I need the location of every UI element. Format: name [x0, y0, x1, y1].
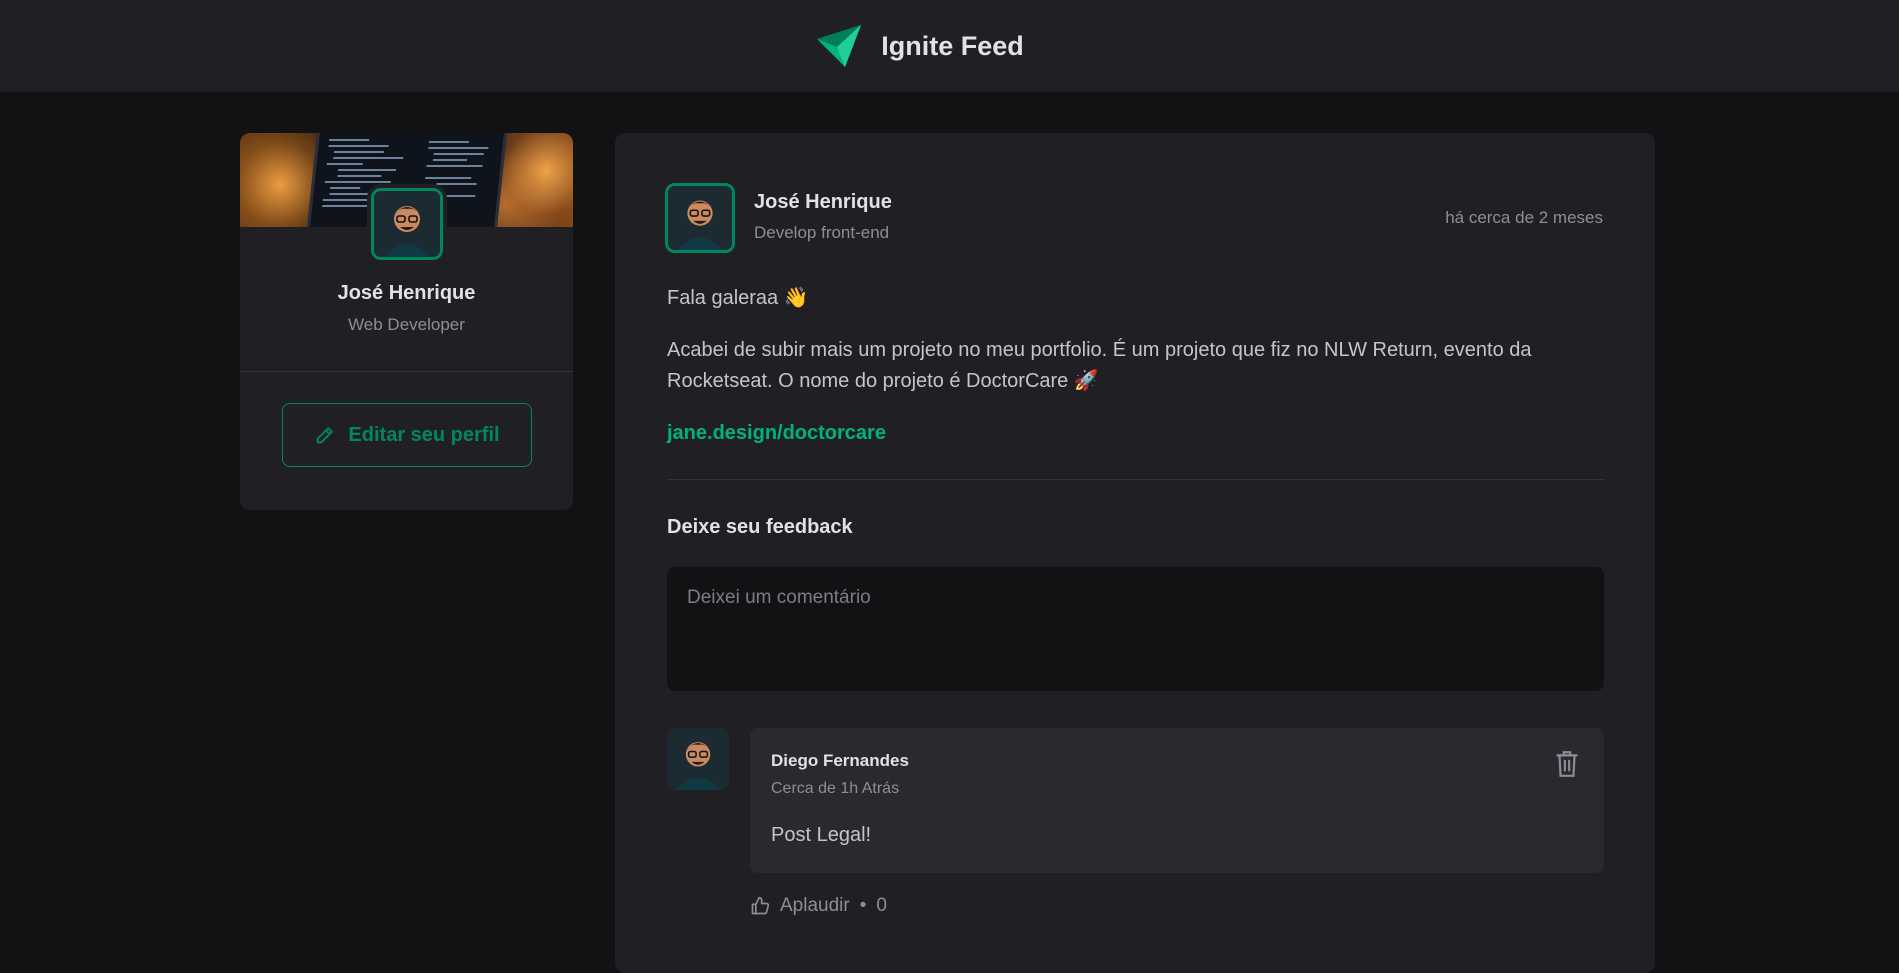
applaud-count: 0 — [876, 895, 887, 916]
comment-box: Diego Fernandes Cerca de 1h Atrás Post L… — [750, 728, 1604, 873]
comment-input[interactable] — [667, 567, 1604, 691]
applaud-button[interactable]: Aplaudir • 0 — [750, 895, 887, 917]
post-author-avatar[interactable] — [665, 183, 735, 253]
post-card: José Henrique Develop front-end há cerca… — [615, 133, 1655, 973]
applaud-label: Aplaudir — [780, 895, 850, 916]
thumbs-up-icon — [751, 896, 770, 915]
avatar-illustration — [668, 186, 732, 250]
edit-profile-button[interactable]: Editar seu perfil — [282, 403, 532, 467]
comment-author-name: Diego Fernandes — [771, 751, 909, 770]
avatar-illustration — [374, 191, 440, 257]
comment-author-avatar[interactable] — [667, 728, 729, 790]
profile-sidebar: José Henrique Web Developer Editar seu p… — [240, 133, 573, 510]
post-author-role: Develop front-end — [754, 223, 890, 242]
profile-name: José Henrique — [337, 282, 476, 304]
trash-icon[interactable] — [1554, 750, 1580, 778]
comment-timestamp: Cerca de 1h Atrás — [771, 780, 900, 797]
top-header: Ignite Feed — [0, 0, 1899, 92]
brand: Ignite Feed — [815, 25, 1024, 67]
post-divider — [667, 479, 1604, 480]
profile-role: Web Developer — [348, 315, 465, 334]
ignite-logo-icon — [817, 25, 862, 67]
sidebar-divider — [240, 371, 573, 372]
edit-profile-label: Editar seu perfil — [348, 423, 500, 446]
comment-text: Post Legal! — [771, 824, 872, 846]
profile-avatar[interactable] — [371, 188, 443, 260]
feedback-title: Deixe seu feedback — [667, 516, 853, 538]
applaud-separator: • — [859, 895, 867, 916]
post-link[interactable]: jane.design/doctorcare — [667, 422, 886, 444]
post-author-name: José Henrique — [754, 191, 892, 213]
post-paragraph: Fala galeraa 👋 — [667, 287, 809, 309]
avatar-illustration — [667, 728, 729, 790]
post-paragraph: Acabei de subir mais um projeto no meu p… — [667, 339, 1532, 392]
post-timestamp: há cerca de 2 meses — [1445, 208, 1603, 227]
app-title: Ignite Feed — [881, 30, 1024, 61]
post-content: Fala galeraa 👋 Acabei de subir mais um p… — [667, 283, 1607, 470]
pencil-icon — [317, 427, 334, 444]
